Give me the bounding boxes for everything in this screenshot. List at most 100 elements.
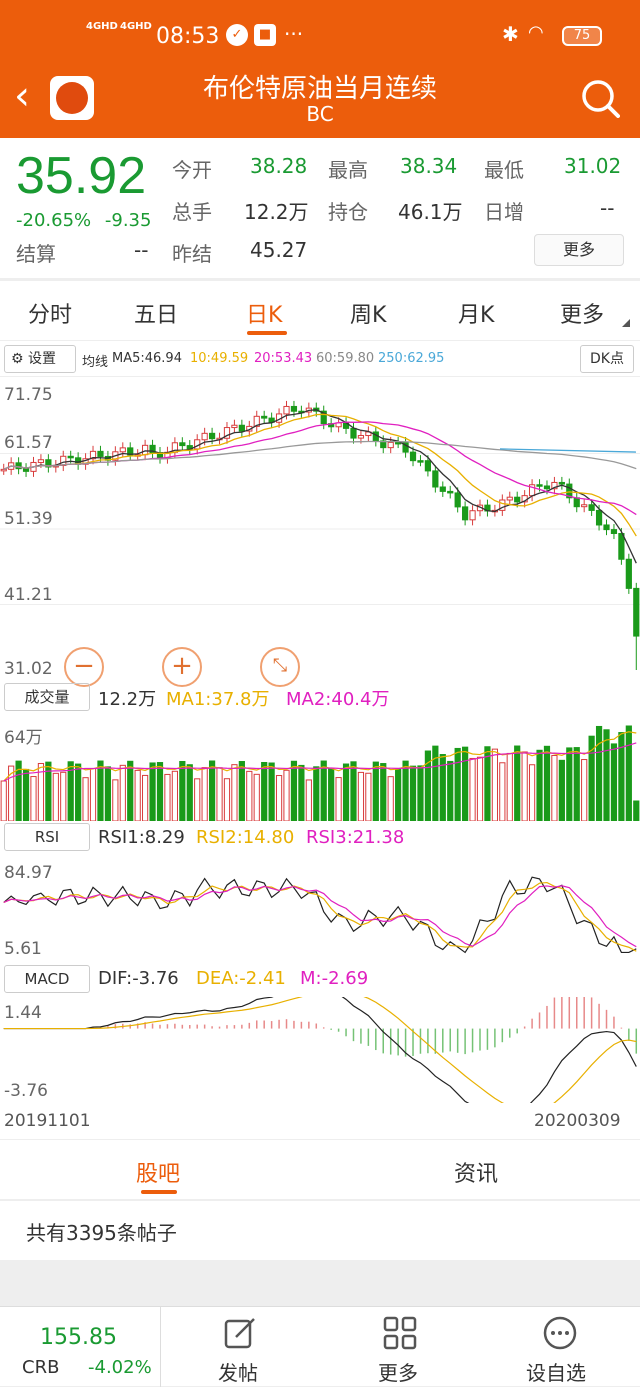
date-start: 20191101 — [4, 1111, 91, 1131]
candle-body — [581, 504, 588, 508]
volume-bar — [335, 777, 342, 821]
volume-ma2: MA2:40.4万 — [286, 689, 390, 710]
rsi1-line — [3, 876, 637, 954]
candle-body — [67, 455, 74, 459]
volume-bar — [595, 725, 603, 821]
volume-bar — [52, 772, 59, 821]
volume-bar — [499, 762, 506, 821]
volume-top-label: 64万 — [4, 728, 43, 748]
zoom-out-button[interactable]: − — [64, 647, 104, 687]
volume-bar — [30, 776, 37, 821]
volume-bar — [127, 760, 134, 821]
tab-intraday[interactable]: 分时 — [28, 297, 72, 329]
volume-bar — [521, 751, 528, 821]
candle-body — [231, 424, 238, 429]
volume-bar — [275, 775, 283, 821]
volume-bar — [610, 743, 618, 821]
volume-chart[interactable] — [0, 715, 640, 821]
volume-section-label[interactable]: 成交量 — [4, 683, 90, 711]
page-subtitle: BC — [306, 102, 334, 126]
kline-y-label-4: 41.21 — [4, 585, 53, 605]
volume-bar — [171, 770, 178, 821]
high-value: 38.34 — [400, 154, 458, 178]
footer-price[interactable]: 155.85 — [40, 1325, 117, 1350]
footer-post-button[interactable]: 发帖 — [218, 1357, 258, 1386]
change-percent: -20.65% — [16, 210, 92, 231]
dk-point-button[interactable]: DK点 — [580, 345, 634, 373]
volume-bar — [253, 773, 260, 821]
volume-bar — [462, 746, 469, 821]
volume-bar — [476, 756, 484, 821]
prev-settle-value: 45.27 — [250, 238, 308, 262]
macd-bottom-label: -3.76 — [4, 1081, 48, 1101]
active-bottom-tab-indicator — [141, 1190, 177, 1194]
daily-increase-value: -- — [600, 196, 615, 220]
search-icon[interactable] — [580, 78, 620, 118]
footer-divider — [160, 1307, 161, 1387]
more-circle-icon[interactable] — [542, 1315, 578, 1351]
volume-bar — [179, 760, 186, 821]
candle-body — [238, 424, 245, 432]
edit-icon[interactable] — [222, 1315, 258, 1351]
tab-news[interactable]: 资讯 — [454, 1156, 498, 1188]
network-indicator-1: 4GHD — [86, 21, 118, 32]
tab-daily-k[interactable]: 日K — [246, 297, 282, 329]
battery-icon: 75 — [562, 26, 602, 46]
macd-section-label[interactable]: MACD — [4, 965, 90, 993]
ma60-value: 60:59.80 — [316, 351, 375, 366]
footer-code[interactable]: CRB — [22, 1357, 59, 1378]
volume-bar — [469, 757, 476, 821]
rsi-section-label[interactable]: RSI — [4, 823, 90, 851]
status-time: 08:53 — [156, 24, 220, 49]
rsi-bottom-label: 5.61 — [4, 939, 42, 959]
footer-add-watchlist-button[interactable]: 设自选 — [526, 1357, 586, 1386]
prev-settle-label: 昨结 — [172, 242, 212, 266]
candle-body — [506, 496, 513, 501]
volume-bar — [194, 778, 201, 821]
candle-body — [432, 470, 439, 488]
footer-more-button[interactable]: 更多 — [378, 1357, 418, 1386]
kline-y-label-5: 31.02 — [4, 659, 53, 679]
candle-body — [261, 415, 268, 419]
chart-settings-button[interactable]: ⚙ 设置 — [4, 345, 76, 373]
macd-chart[interactable] — [0, 997, 640, 1103]
volume-bar — [350, 761, 357, 821]
candle-body — [37, 459, 45, 463]
volume-bar — [298, 764, 305, 821]
ma-legend-bar: ⚙ 设置 均线 MA5:46.94 10:49.59 20:53.43 60:5… — [0, 341, 640, 377]
settings-label: 设置 — [28, 351, 57, 367]
candle-body — [462, 506, 469, 521]
volume-bar — [372, 761, 379, 821]
volume-bar — [104, 766, 112, 821]
volume-bar — [633, 800, 640, 821]
tab-forum[interactable]: 股吧 — [136, 1156, 180, 1188]
tab-more[interactable]: 更多 — [560, 297, 604, 329]
volume-bar — [618, 732, 625, 821]
tab-five-day[interactable]: 五日 — [134, 297, 178, 329]
footer-change[interactable]: -4.02% — [88, 1357, 152, 1378]
grid-icon[interactable] — [382, 1315, 418, 1351]
candle-body — [0, 468, 7, 472]
last-price: 35.92 — [16, 147, 147, 205]
candle-body — [290, 405, 298, 412]
quote-more-button[interactable]: 更多 — [534, 234, 624, 266]
volume-bar — [573, 747, 580, 821]
candle-body — [603, 524, 610, 531]
fullscreen-icon[interactable]: ⤡ — [260, 647, 300, 687]
candle-body — [588, 504, 595, 511]
tab-monthly-k[interactable]: 月K — [458, 297, 494, 329]
chart-area: ⚙ 设置 均线 MA5:46.94 10:49.59 20:53.43 60:5… — [0, 341, 640, 1139]
rsi1-value: RSI1:8.29 — [98, 827, 185, 848]
zoom-in-button[interactable]: + — [162, 647, 202, 687]
app-header: 4GHD 4GHD 08:53 ✓ ■ ··· ✱ ◠ 75 ‹ 布伦特原油当月… — [0, 0, 640, 138]
kline-chart[interactable] — [0, 378, 640, 680]
candle-body — [350, 427, 357, 439]
macd-dea: DEA:-2.41 — [196, 968, 286, 989]
volume-bar — [536, 749, 543, 821]
volume-bar — [484, 746, 491, 821]
candle-body — [201, 432, 208, 441]
rsi-chart[interactable] — [0, 855, 640, 961]
tab-weekly-k[interactable]: 周K — [350, 297, 386, 329]
volume-bar — [261, 761, 268, 821]
candle-body — [469, 510, 476, 521]
